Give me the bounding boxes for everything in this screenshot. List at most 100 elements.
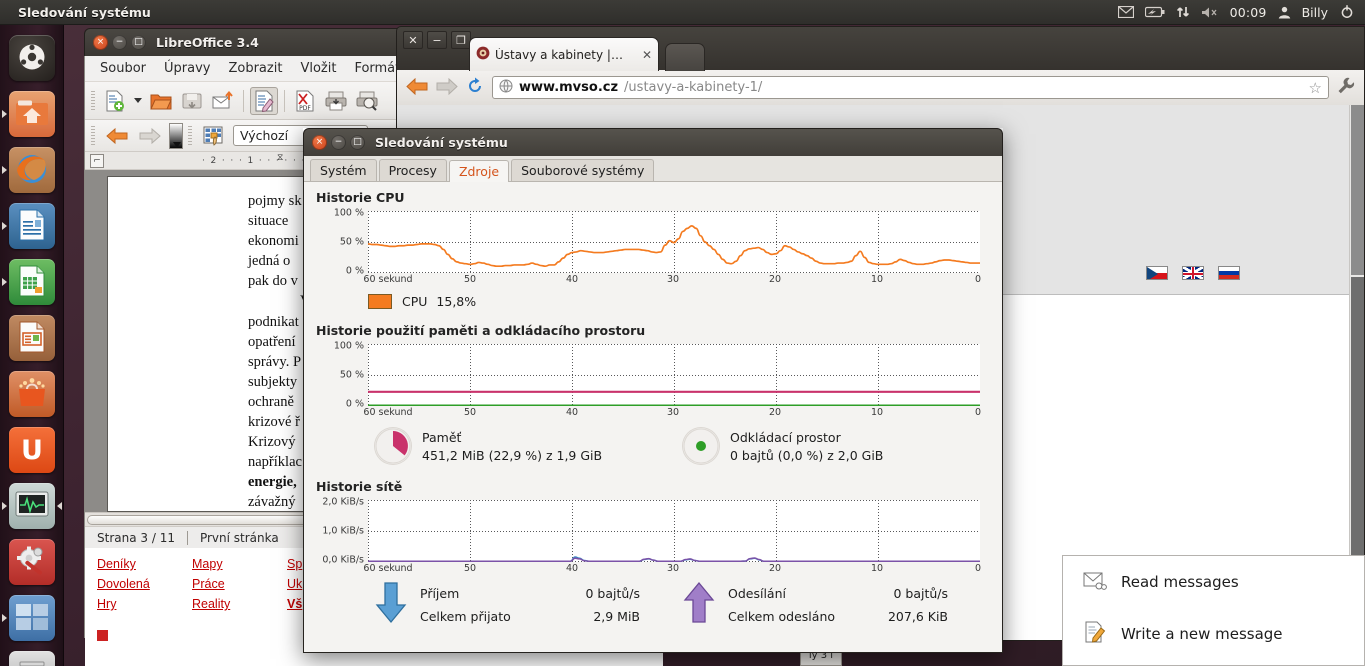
window-controls[interactable]: × − □ (312, 135, 365, 150)
swap-meter: Odkládací prostor 0 bajtů (0,0 %) z 2,0 … (682, 427, 990, 465)
launcher-item-ubuntu-one[interactable]: U (0, 422, 64, 478)
mem-ytick-100: 100 % (333, 340, 364, 352)
link-deniky[interactable]: Deníky (97, 554, 192, 574)
link-dovolena[interactable]: Dovolená (97, 574, 192, 594)
menu-upravy[interactable]: Úpravy (155, 58, 219, 79)
link-reality[interactable]: Reality (192, 594, 287, 614)
link-prace[interactable]: Práce (192, 574, 287, 594)
launcher-item-libreoffice-writer[interactable] (0, 198, 64, 254)
minimize-button[interactable]: − (112, 35, 127, 50)
window-controls[interactable]: × − □ (93, 35, 146, 50)
open-document-button[interactable] (147, 87, 175, 115)
battery-icon[interactable] (1144, 6, 1165, 18)
email-document-button[interactable] (209, 87, 237, 115)
cpu-legend: CPU 15,8% (316, 294, 990, 309)
browser-tab[interactable]: Ústavy a kabinety | MVŠO · ✕ (469, 37, 659, 71)
system-monitor-tabs[interactable]: Systém Procesy Zdroje Souborové systémy (304, 156, 1002, 182)
link-mapy[interactable]: Mapy (192, 554, 287, 574)
mail-indicator-menu[interactable]: Read messages Write a new message (1062, 555, 1365, 666)
new-document-button[interactable] (101, 87, 129, 115)
tab-souborove-systemy[interactable]: Souborové systémy (511, 159, 655, 181)
send-total-value: 207,6 KiB (887, 608, 948, 624)
launcher-item-workspace-switcher[interactable] (0, 590, 64, 646)
close-button[interactable]: × (93, 35, 108, 50)
forward-arrow-button[interactable] (136, 122, 164, 150)
menu-vlozit[interactable]: Vložit (291, 58, 345, 79)
launcher-item-software-center[interactable] (0, 366, 64, 422)
browser-navigation-bar[interactable]: www.mvso.cz /ustavy-a-kabinety-1/ ☆ (396, 70, 1365, 105)
launcher-item-ubuntu-dash[interactable] (0, 30, 64, 86)
launcher-item-libreoffice-calc[interactable] (0, 254, 64, 310)
menu-item-write-message[interactable]: Write a new message (1063, 608, 1364, 660)
unity-launcher[interactable]: U (0, 25, 64, 666)
tab-zdroje[interactable]: Zdroje (448, 160, 510, 182)
tab-system[interactable]: Systém (310, 159, 377, 181)
username-label[interactable]: Billy (1302, 5, 1328, 20)
volume-muted-icon[interactable] (1201, 6, 1219, 19)
launcher-item-files[interactable] (0, 86, 64, 142)
tab-procesy[interactable]: Procesy (378, 159, 447, 181)
running-indicator-left (2, 614, 7, 622)
export-pdf-button[interactable]: PDF (291, 87, 319, 115)
cpu-xtick-60: 60 sekund (363, 274, 413, 285)
cpu-section: Historie CPU 100 % 50 % 0 % 60 sekund 50… (304, 182, 1002, 309)
toolbar-grip-3[interactable] (188, 125, 192, 146)
save-document-button[interactable] (178, 87, 206, 115)
browser-maximize-button[interactable]: ❐ (451, 31, 471, 49)
launcher-item-libreoffice-impress[interactable] (0, 310, 64, 366)
network-updown-icon[interactable] (1176, 5, 1190, 19)
print-preview-button[interactable] (353, 87, 381, 115)
svg-text:PDF: PDF (299, 105, 311, 112)
system-monitor-window[interactable]: × − □ Sledování systému Systém Procesy Z… (303, 128, 1003, 653)
site-identity-icon[interactable] (499, 79, 513, 97)
minimize-button[interactable]: − (331, 135, 346, 150)
menu-soubor[interactable]: Soubor (91, 58, 155, 79)
star-icon[interactable]: ☆ (1309, 79, 1322, 97)
browser-close-button[interactable]: ✕ (403, 31, 423, 49)
browser-minimize-button[interactable]: − (427, 31, 447, 49)
user-icon[interactable] (1278, 6, 1291, 19)
launcher-item-system-settings[interactable] (0, 534, 64, 590)
flag-ru[interactable] (1218, 266, 1240, 280)
clock[interactable]: 00:09 (1230, 5, 1267, 20)
back-arrow-button[interactable] (103, 122, 131, 150)
menu-item-read-messages[interactable]: Read messages (1063, 556, 1364, 608)
close-button[interactable]: × (312, 135, 327, 150)
print-button[interactable] (322, 87, 350, 115)
url-host: www.mvso.cz (519, 80, 619, 95)
apply-style-button[interactable] (200, 122, 228, 150)
wrench-icon[interactable] (1337, 77, 1355, 98)
forward-icon[interactable] (436, 77, 458, 98)
maximize-button[interactable]: □ (350, 135, 365, 150)
url-bar[interactable]: www.mvso.cz /ustavy-a-kabinety-1/ ☆ (492, 76, 1329, 99)
cpu-chart-svg (368, 211, 980, 273)
browser-window-controls[interactable]: ✕ − ❐ (403, 31, 471, 49)
mail-icon[interactable] (1117, 6, 1134, 18)
edit-mode-button[interactable] (250, 86, 278, 115)
tab-close-icon[interactable]: ✕ (642, 48, 652, 62)
browser-titlebar[interactable]: ✕ − ❐ Ústavy a kabinety | MVŠO · ✕ (396, 26, 1365, 71)
power-gear-icon[interactable] (1339, 4, 1355, 20)
launcher-item-firefox[interactable] (0, 142, 64, 198)
launcher-item-trash[interactable] (0, 646, 64, 666)
reload-icon[interactable] (466, 77, 484, 98)
flag-uk[interactable] (1182, 266, 1204, 280)
mem-ytick-50: 50 % (339, 369, 364, 381)
toolbar-grip[interactable] (91, 90, 95, 111)
toolbar-grip-2[interactable] (91, 125, 95, 146)
launcher-item-system-monitor[interactable] (0, 478, 64, 534)
write-message-icon (1083, 621, 1107, 647)
ruler-tab-selector[interactable]: ⌐ (90, 153, 104, 168)
back-icon[interactable] (406, 77, 428, 98)
link-hry[interactable]: Hry (97, 594, 192, 614)
flag-cz[interactable] (1146, 266, 1168, 280)
system-monitor-titlebar[interactable]: × − □ Sledování systému (303, 128, 1003, 156)
new-tab-button[interactable] (665, 43, 705, 71)
maximize-button[interactable]: □ (131, 35, 146, 50)
language-flags[interactable] (1146, 266, 1240, 280)
menu-zobrazit[interactable]: Zobrazit (219, 58, 291, 79)
new-document-dropdown[interactable] (132, 98, 144, 103)
ruler-indent-marker[interactable]: ⧖ (277, 153, 283, 163)
scrollbar-track-upper[interactable] (1351, 105, 1364, 275)
gradient-slider[interactable] (169, 122, 183, 149)
